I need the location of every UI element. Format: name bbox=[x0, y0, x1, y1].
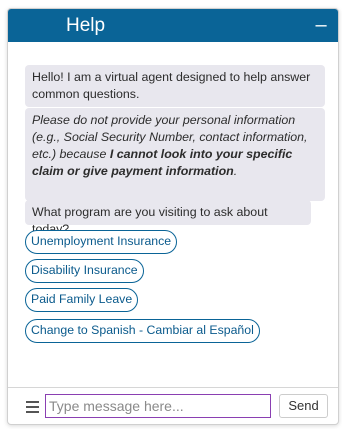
minimize-icon[interactable]: – bbox=[311, 15, 331, 35]
option-change-to-spanish[interactable]: Change to Spanish - Cambiar al Español bbox=[25, 319, 260, 343]
chat-widget: Help – Hello! I am a virtual agent desig… bbox=[7, 8, 339, 425]
option-unemployment-insurance[interactable]: Unemployment Insurance bbox=[25, 230, 178, 254]
message-input[interactable] bbox=[45, 394, 271, 418]
privacy-message: Please do not provide your personal info… bbox=[25, 108, 325, 201]
option-paid-family-leave[interactable]: Paid Family Leave bbox=[25, 288, 139, 312]
send-button[interactable]: Send bbox=[279, 394, 328, 418]
header-title: Help bbox=[66, 15, 106, 36]
composer-divider bbox=[8, 387, 338, 388]
privacy-end-text: . bbox=[233, 164, 238, 178]
hamburger-menu-icon[interactable] bbox=[26, 401, 39, 413]
option-disability-insurance[interactable]: Disability Insurance bbox=[25, 259, 144, 283]
question-message: What program are you visiting to ask abo… bbox=[25, 200, 311, 236]
greeting-message: Hello! I am a virtual agent designed to … bbox=[25, 65, 325, 107]
chat-header: Help – bbox=[8, 9, 338, 42]
